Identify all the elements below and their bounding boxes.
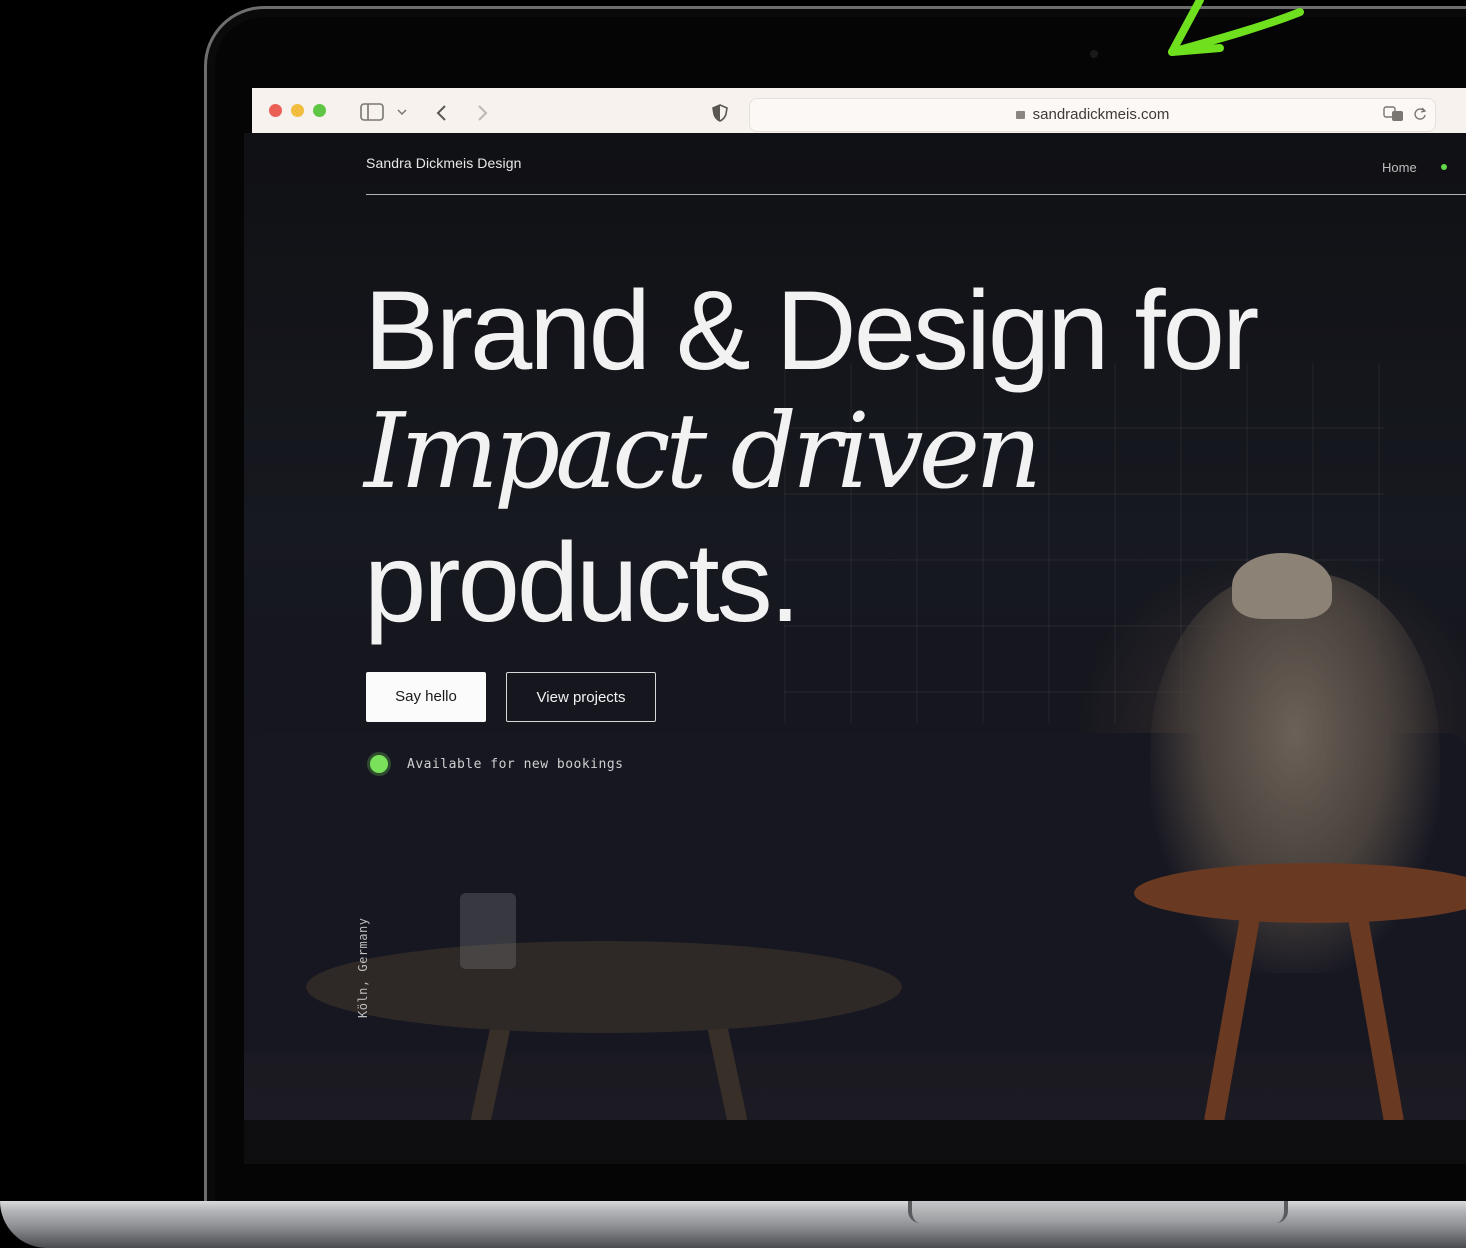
chevron-down-icon[interactable] (397, 108, 407, 116)
arrow-icon (1168, 0, 1304, 56)
availability-text: Available for new bookings (407, 757, 624, 772)
close-window-button[interactable] (269, 104, 282, 117)
translate-icon[interactable] (1383, 106, 1405, 122)
say-hello-button[interactable]: Say hello (366, 672, 486, 722)
view-projects-button[interactable]: View projects (506, 672, 656, 722)
hero-line-3: products. (364, 520, 801, 645)
hero-line-1: Brand & Design for (364, 268, 1259, 393)
availability-status-icon (370, 755, 388, 773)
window-controls (269, 104, 326, 117)
back-icon[interactable] (435, 104, 447, 122)
sidebar-icon[interactable] (360, 103, 384, 121)
camera-icon (1090, 50, 1098, 58)
url-text: sandradickmeis.com (1032, 106, 1170, 123)
laptop-base (0, 1201, 1466, 1248)
shield-icon[interactable] (712, 104, 728, 122)
site-header: Sandra Dickmeis Design Home (366, 133, 1466, 195)
hero-line-2: Impact driven (364, 390, 1042, 512)
minimize-window-button[interactable] (291, 104, 304, 117)
laptop-notch (908, 1201, 1288, 1223)
lock-icon (1015, 111, 1025, 119)
site-brand[interactable]: Sandra Dickmeis Design (366, 155, 521, 171)
nav-home-link[interactable]: Home (1382, 160, 1417, 175)
maximize-window-button[interactable] (313, 104, 326, 117)
forward-icon[interactable] (477, 104, 489, 122)
location-label: Köln, Germany (356, 917, 370, 1018)
browser-toolbar: sandradickmeis.com (252, 88, 1466, 133)
nav-active-dot (1441, 164, 1447, 170)
reload-icon[interactable] (1413, 107, 1427, 121)
screen-bezel-bottom (244, 1120, 1466, 1164)
address-bar[interactable]: sandradickmeis.com (749, 98, 1436, 132)
web-page: Sandra Dickmeis Design Home Brand & Desi… (244, 133, 1466, 1120)
